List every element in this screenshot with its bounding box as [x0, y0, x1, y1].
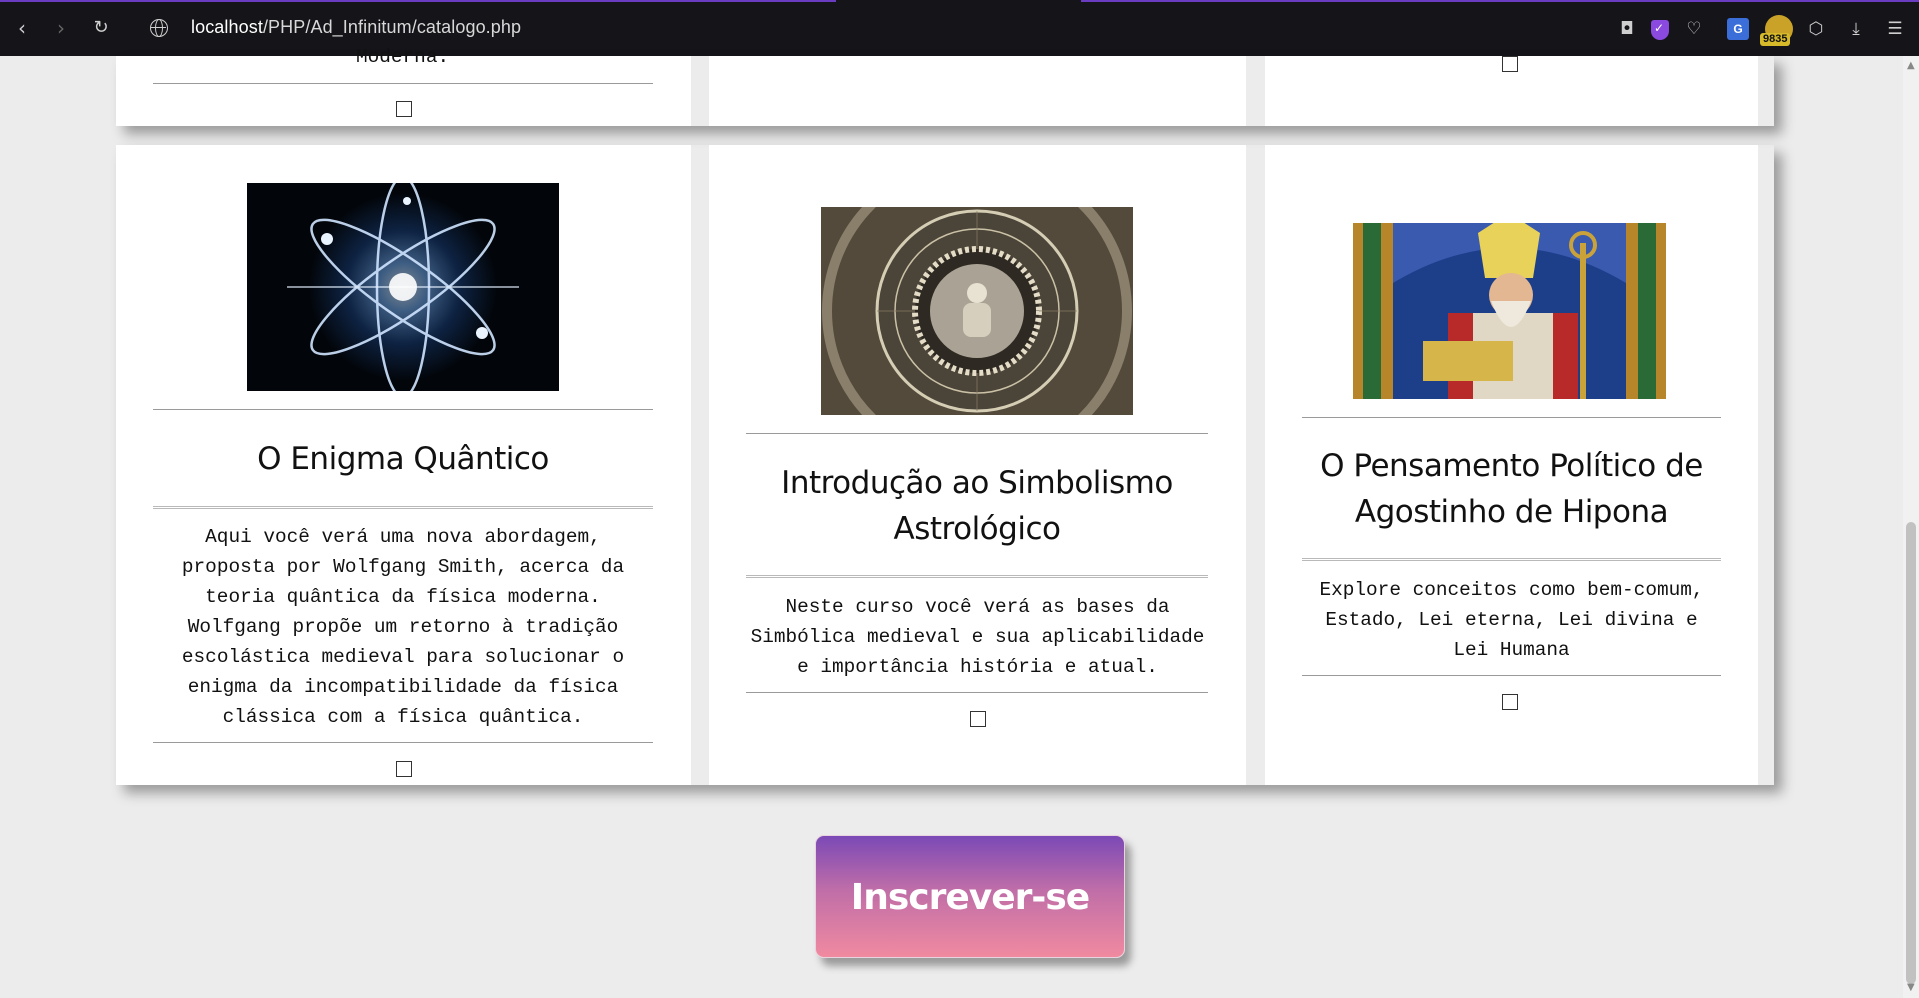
description-line: clássica com a física quântica. [222, 706, 584, 728]
course-checkbox[interactable] [970, 711, 986, 727]
url-host: localhost [191, 17, 263, 37]
astrological-chart-image [821, 207, 1133, 415]
divider [746, 433, 1208, 434]
course-checkbox[interactable] [396, 101, 412, 117]
url-path: /PHP/Ad_Infinitum/catalogo.php [262, 17, 522, 37]
download-icon[interactable]: ⤓ [1845, 18, 1867, 40]
course-card-simbolismo-astrologico: Introdução ao Simbolismo Astrológico Nes… [709, 145, 1246, 785]
divider [1302, 417, 1721, 418]
course-description: Neste curso você verá as bases da Simból… [709, 592, 1246, 682]
translate-icon[interactable]: G [1727, 18, 1749, 40]
divider [1302, 558, 1721, 561]
heart-icon[interactable]: ♡ [1683, 18, 1705, 40]
title-line: Introdução ao Simbolismo [781, 465, 1173, 501]
course-title: O Enigma Quântico [257, 441, 549, 477]
divider [746, 575, 1208, 578]
description-line: Aqui você verá uma nova abordagem, [205, 526, 601, 548]
divider [153, 742, 653, 743]
course-checkbox[interactable] [396, 761, 412, 777]
vpn-shield-icon[interactable] [1651, 20, 1669, 40]
course-description-fragment: Moderna. [356, 46, 450, 68]
site-info-icon[interactable] [150, 19, 168, 37]
tab-indicator [0, 0, 836, 2]
description-line: enigma da incompatibilidade da física [187, 676, 619, 698]
course-card-pensamento-politico: O Pensamento Político de Agostinho de Hi… [1265, 145, 1758, 785]
scroll-down-icon[interactable]: ▼ [1907, 982, 1915, 993]
course-checkbox[interactable] [1502, 56, 1518, 72]
title-line: Agostinho de Hipona [1354, 494, 1669, 530]
course-title: O Pensamento Político de Agostinho de Hi… [1265, 443, 1758, 535]
description-line: teoria quântica da física moderna. [205, 586, 601, 608]
divider [153, 83, 653, 84]
course-card-enigma-quantico: O Enigma Quântico Aqui você verá uma nov… [116, 145, 691, 785]
divider [1302, 675, 1721, 676]
scrollbar-thumb[interactable] [1906, 522, 1916, 984]
description-line: e importância história e atual. [797, 656, 1158, 678]
divider [153, 506, 653, 509]
augustine-stained-glass-image [1353, 223, 1666, 399]
description-line: proposta por Wolfgang Smith, acerca da [181, 556, 625, 578]
course-card [709, 56, 1246, 126]
reload-icon[interactable]: ↻ [89, 16, 113, 40]
forward-icon[interactable]: › [49, 16, 73, 40]
description-line: Neste curso você verá as bases da [785, 596, 1170, 618]
description-line: Lei Humana [1453, 639, 1570, 661]
camera-icon[interactable]: ◘ [1616, 18, 1638, 40]
address-bar[interactable]: localhost/PHP/Ad_Infinitum/catalogo.php [191, 17, 521, 38]
divider [746, 692, 1208, 693]
course-card: Moderna. [116, 46, 691, 126]
course-checkbox[interactable] [1502, 694, 1518, 710]
description-line: Explore conceitos como bem-comum, [1319, 579, 1704, 601]
course-title: Introdução ao Simbolismo Astrológico [726, 460, 1228, 552]
course-card [1265, 56, 1758, 126]
description-line: Wolfgang propõe um retorno à tradição [187, 616, 619, 638]
back-icon[interactable]: ‹ [10, 16, 34, 40]
course-description: Explore conceitos como bem-comum, Estado… [1265, 575, 1758, 665]
menu-icon[interactable]: ☰ [1884, 18, 1906, 40]
cube-icon[interactable]: ⬡ [1805, 18, 1827, 40]
description-line: Estado, Lei eterna, Lei divina e [1325, 609, 1698, 631]
title-line: Astrológico [893, 511, 1061, 547]
divider [153, 409, 653, 410]
description-line: escolástica medieval para solucionar o [181, 646, 625, 668]
description-line: Simbólica medieval e sua aplicabilidade [750, 626, 1205, 648]
course-description: Aqui você verá uma nova abordagem, propo… [133, 522, 673, 732]
subscribe-button[interactable]: Inscrever-se [815, 835, 1125, 958]
extension-badge: 9835 [1760, 33, 1791, 46]
browser-toolbar: ‹ › ↻ localhost/PHP/Ad_Infinitum/catalog… [0, 0, 1919, 56]
tab-indicator [1081, 0, 1919, 2]
title-line: O Pensamento Político de [1320, 448, 1703, 484]
scroll-up-icon[interactable]: ▲ [1907, 60, 1915, 71]
quantum-atom-image [247, 183, 559, 391]
